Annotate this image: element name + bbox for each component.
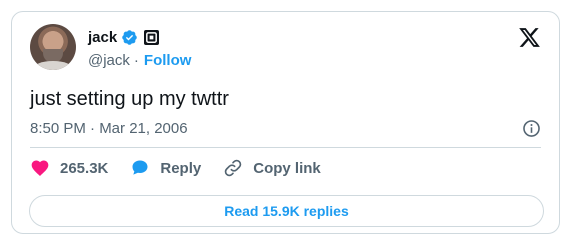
verified-badge-icon [122, 30, 137, 45]
heart-icon [31, 160, 49, 176]
action-bar: 265.3K Reply Copy link [30, 158, 343, 178]
x-logo-icon[interactable] [518, 26, 541, 49]
reply-action[interactable]: Reply [130, 158, 201, 178]
avatar-shirt [34, 61, 72, 70]
square-affiliation-icon[interactable] [144, 30, 160, 45]
like-action[interactable]: 265.3K [30, 158, 108, 178]
author-name-row: jack [88, 29, 160, 46]
author-handle[interactable]: @jack [88, 52, 130, 69]
link-icon [224, 159, 242, 177]
info-icon[interactable] [522, 119, 541, 138]
read-replies-button[interactable]: Read 15.9K replies [29, 195, 544, 227]
divider [30, 147, 541, 148]
copy-link-label: Copy link [253, 159, 321, 177]
reply-label: Reply [160, 159, 202, 177]
follow-button[interactable]: Follow [144, 52, 192, 69]
tweet-text: just setting up my twttr [30, 88, 229, 110]
copy-link-action[interactable]: Copy link [223, 158, 321, 178]
tweet-card[interactable]: jack @jack · Follow just setting up my t… [11, 11, 560, 234]
author-name[interactable]: jack [88, 29, 117, 46]
author-avatar[interactable] [30, 24, 76, 70]
handle-row: @jack · Follow [88, 52, 191, 69]
reply-bubble-icon [132, 160, 148, 175]
likes-count: 265.3K [60, 159, 109, 177]
handle-separator: · [133, 52, 139, 69]
tweet-timestamp[interactable]: 8:50 PM · Mar 21, 2006 [30, 120, 188, 137]
